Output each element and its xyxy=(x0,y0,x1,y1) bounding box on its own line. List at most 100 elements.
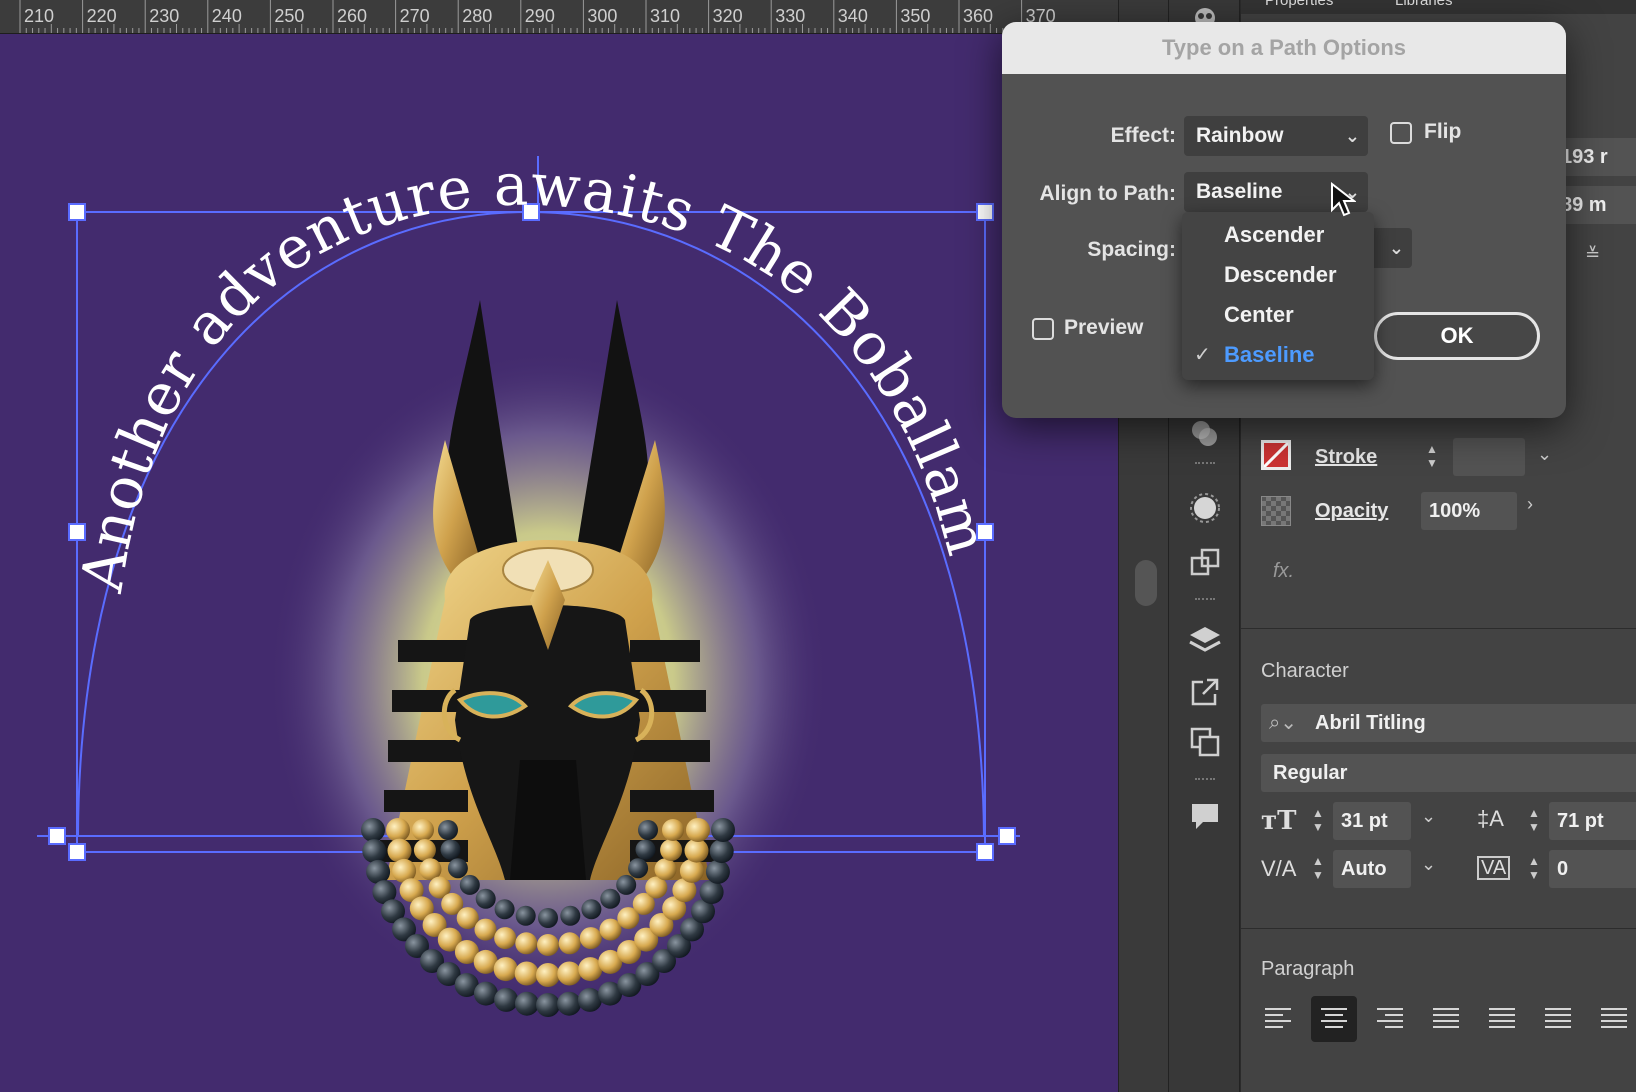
kerning-field[interactable]: Auto xyxy=(1333,850,1411,888)
bead xyxy=(362,839,387,864)
spacing-label: Spacing: xyxy=(1087,238,1176,261)
ruler-label: 330 xyxy=(775,6,805,26)
stroke-swatch[interactable] xyxy=(1261,440,1291,470)
transform-icon[interactable] xyxy=(1183,540,1227,584)
tracking-field[interactable]: 0 xyxy=(1549,850,1636,888)
effect-select[interactable]: Rainbow ⌄ xyxy=(1184,116,1368,156)
align-right-button[interactable] xyxy=(1367,996,1413,1042)
transparency-icon[interactable] xyxy=(1183,412,1227,456)
bead xyxy=(438,820,458,840)
chevron-right-icon[interactable]: › xyxy=(1527,494,1533,515)
effect-value: Rainbow xyxy=(1196,124,1284,147)
opacity-field[interactable]: 100% xyxy=(1421,492,1517,530)
ruler-label: 280 xyxy=(462,6,492,26)
menu-item-ascender[interactable]: Ascender xyxy=(1224,222,1324,248)
panel-grip[interactable] xyxy=(1195,462,1215,468)
bead xyxy=(538,908,558,928)
document-canvas[interactable]: Another adventure awaits The Boballam xyxy=(0,34,1118,1092)
character-section-title: Character xyxy=(1261,660,1349,682)
stroke-dropdown-chevron-icon[interactable]: ⌄ xyxy=(1537,444,1552,465)
flip-checkbox[interactable] xyxy=(1390,122,1412,144)
leading-stepper[interactable]: ▲ ▼ xyxy=(1523,802,1545,840)
align-left-button[interactable] xyxy=(1255,996,1301,1042)
search-icon[interactable]: ⌕⌄ xyxy=(1269,710,1297,735)
bead xyxy=(536,993,560,1017)
ruler-label: 270 xyxy=(400,6,430,26)
opacity-icon xyxy=(1261,496,1291,526)
leading-field[interactable]: 71 pt xyxy=(1549,802,1636,840)
bead xyxy=(514,961,539,986)
artboards-icon[interactable] xyxy=(1183,720,1227,764)
section-divider xyxy=(1241,928,1636,929)
bead xyxy=(638,820,658,840)
align-to-path-label: Align to Path: xyxy=(1039,182,1176,205)
menu-item-center[interactable]: Center xyxy=(1224,302,1294,328)
tracking-stepper[interactable]: ▲ ▼ xyxy=(1523,850,1545,888)
bead xyxy=(686,818,710,842)
justify-all-button[interactable] xyxy=(1591,996,1636,1042)
bead xyxy=(494,987,519,1012)
fx-icon[interactable]: fx. xyxy=(1273,560,1294,583)
kerning-stepper[interactable]: ▲ ▼ xyxy=(1307,850,1329,888)
bead xyxy=(412,819,434,841)
bead xyxy=(361,818,385,842)
bead xyxy=(684,838,709,863)
font-style-field[interactable]: Regular xyxy=(1261,754,1636,792)
bead xyxy=(635,839,656,860)
bead xyxy=(628,858,649,879)
bead xyxy=(493,957,518,982)
ruler-label: 250 xyxy=(274,6,304,26)
font-size-dropdown-chevron-icon[interactable]: ⌄ xyxy=(1421,806,1436,827)
preview-checkbox[interactable] xyxy=(1032,318,1054,340)
bead xyxy=(440,839,461,860)
bead xyxy=(557,991,582,1016)
align-center-button[interactable] xyxy=(1311,996,1357,1042)
align-to-path-value: Baseline xyxy=(1196,180,1283,203)
stroke-weight-field[interactable] xyxy=(1453,438,1525,476)
font-size-icon: ᴛT xyxy=(1261,806,1297,836)
bead xyxy=(515,932,538,955)
menu-item-descender[interactable]: Descender xyxy=(1224,262,1337,288)
align-distribute-icon[interactable]: ≚ xyxy=(1585,244,1600,265)
chevron-down-icon: ⌄ xyxy=(1344,126,1360,146)
bead xyxy=(581,899,602,920)
bead xyxy=(679,858,704,883)
layers-icon[interactable] xyxy=(1183,618,1227,662)
bead xyxy=(536,963,560,987)
kerning-icon: V/A xyxy=(1261,856,1297,881)
ruler-label: 210 xyxy=(24,6,54,26)
justify-left-button[interactable] xyxy=(1423,996,1469,1042)
opacity-label[interactable]: Opacity xyxy=(1315,500,1388,523)
bead xyxy=(560,905,581,926)
comments-icon[interactable] xyxy=(1183,794,1227,838)
ruler-label: 310 xyxy=(650,6,680,26)
panel-grip[interactable] xyxy=(1195,598,1215,604)
stroke-stepper[interactable]: ▲ ▼ xyxy=(1421,438,1443,476)
bead xyxy=(515,905,536,926)
ruler-label: 230 xyxy=(149,6,179,26)
kerning-dropdown-chevron-icon[interactable]: ⌄ xyxy=(1421,854,1436,875)
bead xyxy=(494,927,517,950)
panel-tab-bar: Properties Libraries xyxy=(1241,0,1636,14)
scrollbar-thumb[interactable] xyxy=(1135,560,1157,606)
tab-properties[interactable]: Properties xyxy=(1251,0,1347,14)
bead xyxy=(711,818,735,842)
horizontal-ruler[interactable]: 210 220 230 240 250 260 270 280 290 300 310 320 330 3… xyxy=(0,0,1130,34)
appearance-icon[interactable] xyxy=(1183,486,1227,530)
bead xyxy=(537,934,559,956)
ruler-label: 300 xyxy=(587,6,617,26)
artwork[interactable]: Another adventure awaits The Boballam xyxy=(0,34,1118,1092)
justify-right-button[interactable] xyxy=(1535,996,1581,1042)
menu-item-baseline[interactable]: Baseline xyxy=(1224,342,1315,368)
panel-grip[interactable] xyxy=(1195,778,1215,784)
bead xyxy=(386,818,410,842)
justify-center-button[interactable] xyxy=(1479,996,1525,1042)
export-icon[interactable] xyxy=(1183,670,1227,714)
font-size-stepper[interactable]: ▲ ▼ xyxy=(1307,802,1329,840)
ruler-ticks: 210 220 230 240 250 260 270 280 290 300 310 320 330 3… xyxy=(19,0,1079,33)
font-family-field[interactable]: Abril Titling xyxy=(1261,704,1636,742)
font-size-field[interactable]: 31 pt xyxy=(1333,802,1411,840)
tab-libraries[interactable]: Libraries xyxy=(1381,0,1467,14)
ok-button[interactable]: OK xyxy=(1374,312,1540,360)
stroke-label[interactable]: Stroke xyxy=(1315,446,1377,469)
